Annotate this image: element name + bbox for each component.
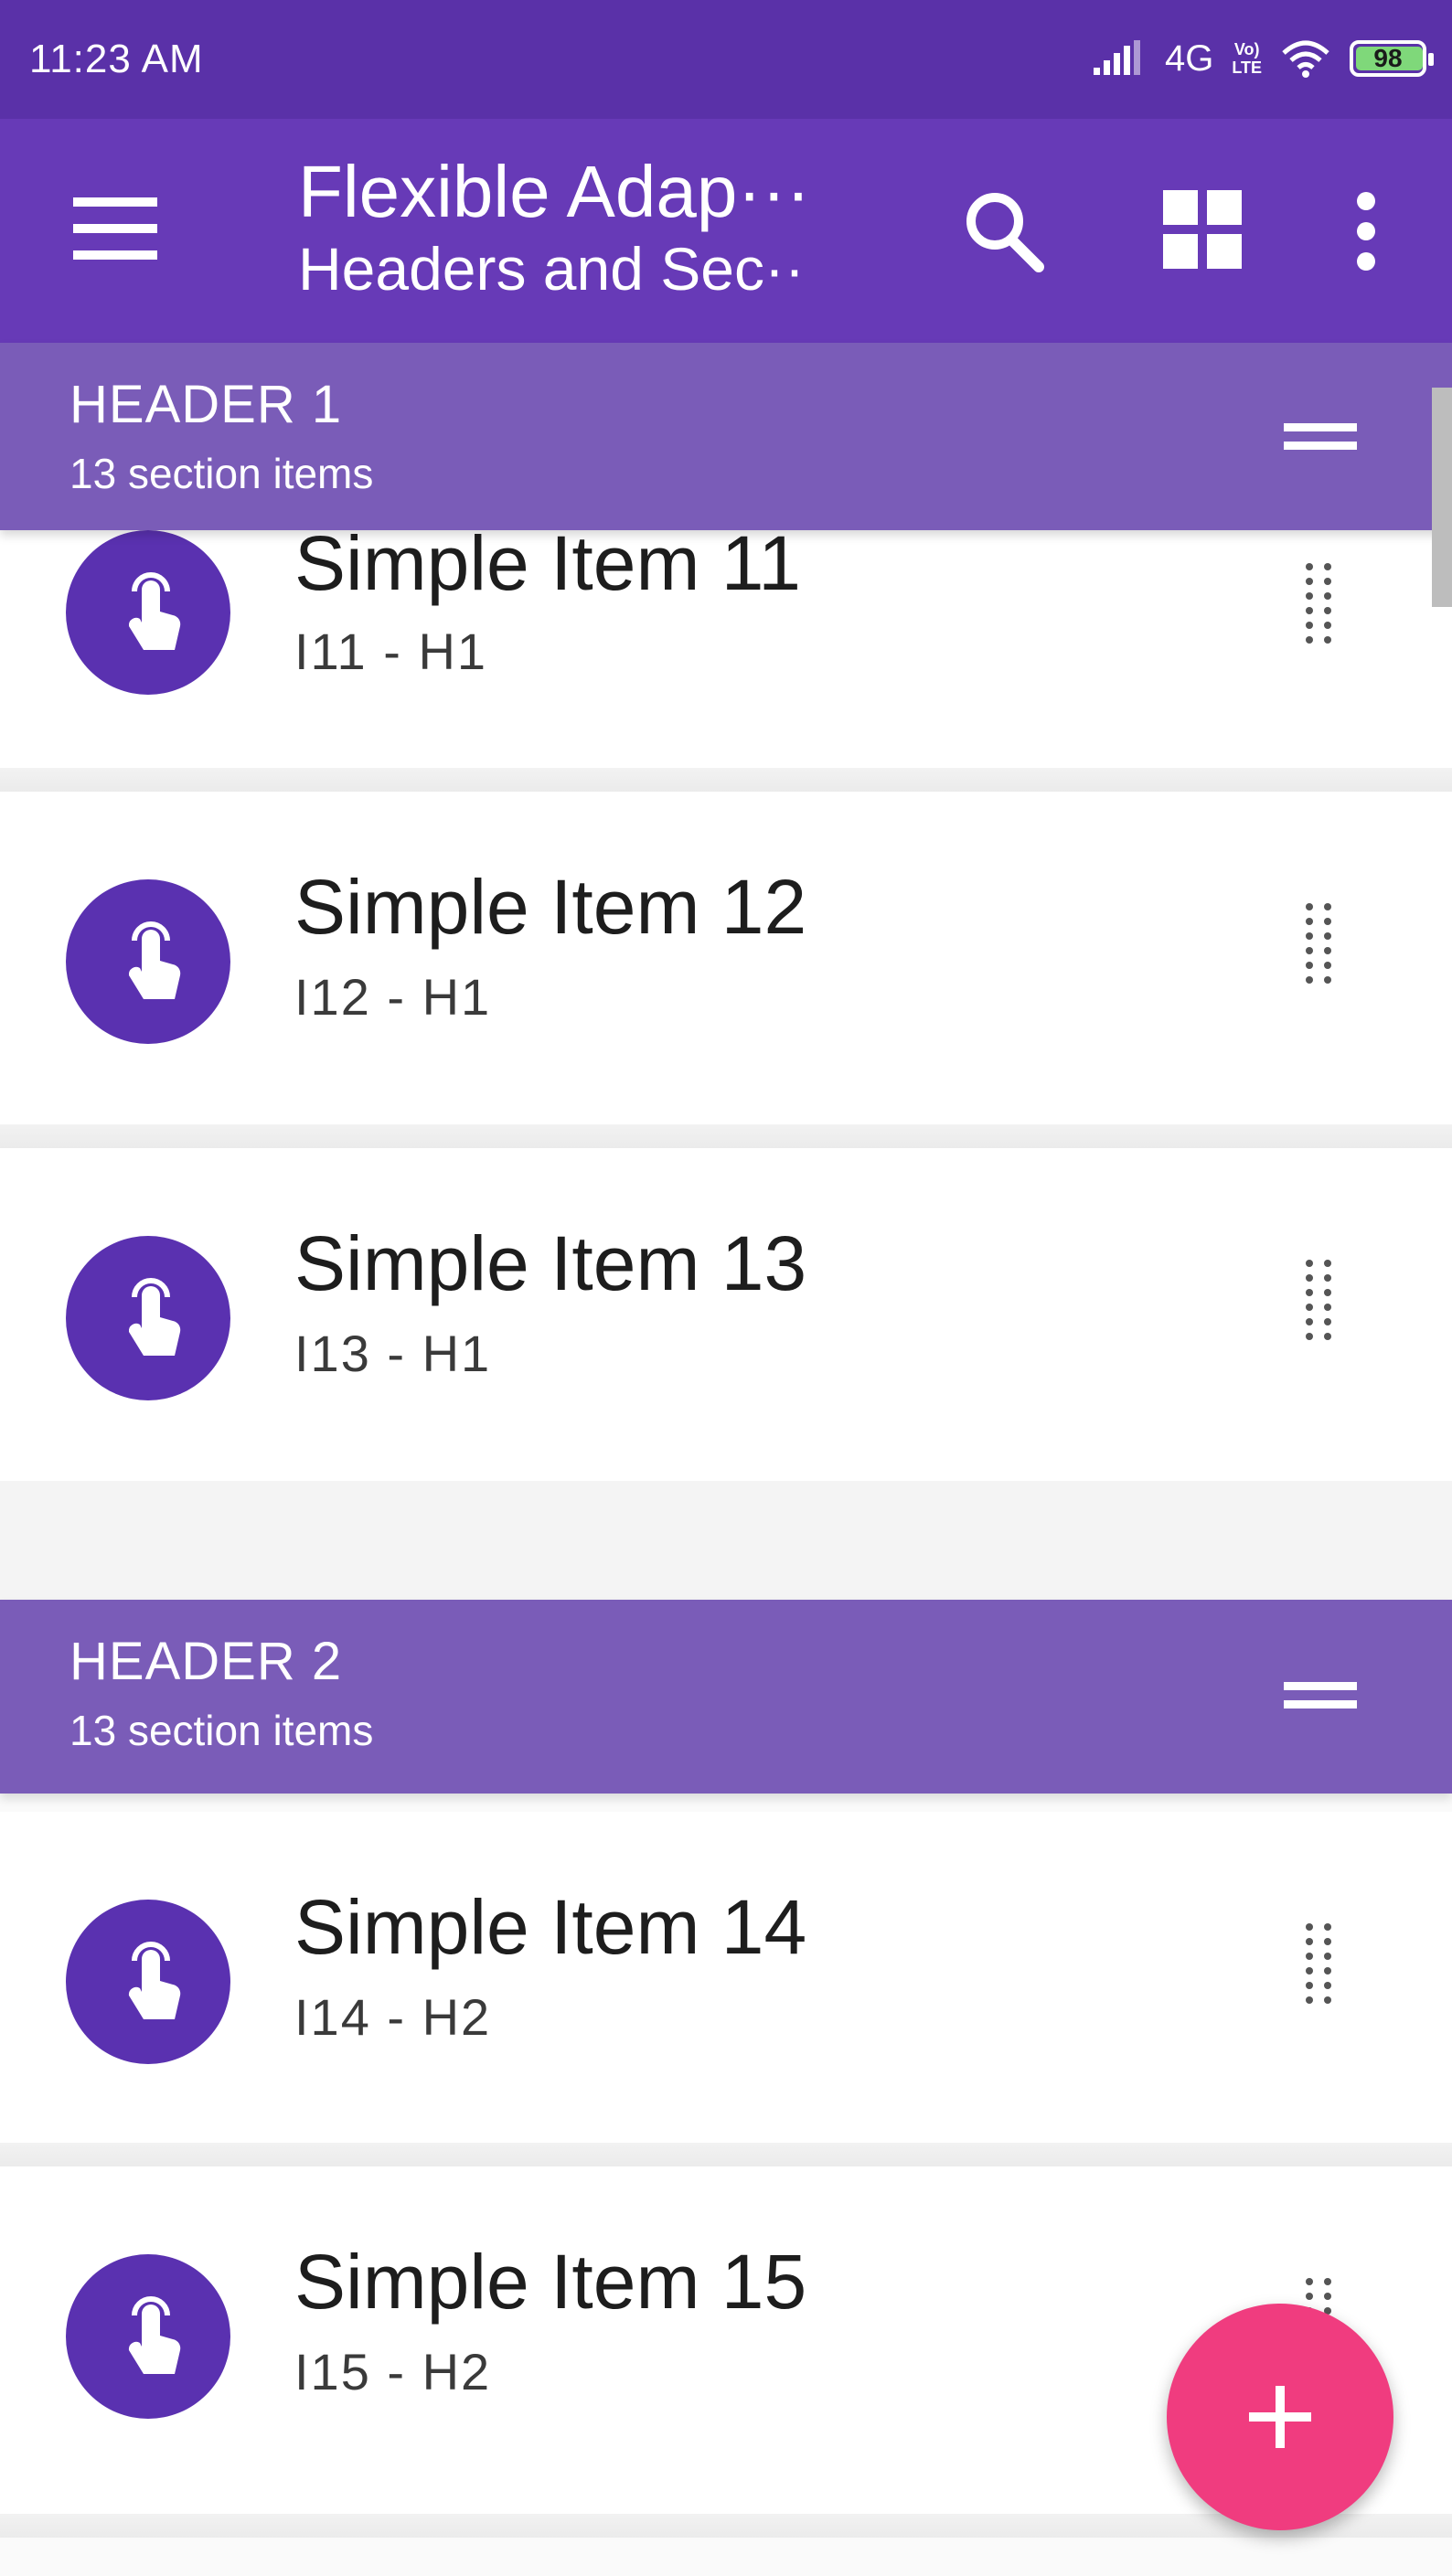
app-toolbar: Flexible Adap··· Headers and Sec·· [0, 119, 1452, 343]
signal-icon [1093, 40, 1140, 75]
volte-bottom: LTE [1232, 59, 1262, 77]
item-subtitle: I13 - H1 [294, 1325, 492, 1382]
touch-hand-icon [128, 2296, 181, 2374]
header-subtitle: 13 section items [69, 1707, 374, 1754]
item-avatar [66, 1900, 230, 2064]
more-vert-icon[interactable] [1355, 190, 1377, 272]
add-fab-button[interactable] [1167, 2304, 1393, 2530]
touch-hand-icon [128, 572, 181, 650]
status-time: 11:23 AM [29, 37, 204, 81]
item-title: Simple Item 12 [294, 864, 807, 950]
list-item[interactable]: Simple Item 13 I13 - H1 [0, 1148, 1452, 1503]
reorder-icon[interactable] [1302, 899, 1335, 987]
drag-handle-icon[interactable] [1284, 1677, 1357, 1713]
volte-indicator: Vo) LTE [1232, 40, 1262, 77]
item-title: Simple Item 14 [294, 1884, 807, 1970]
item-subtitle: I12 - H1 [294, 968, 492, 1026]
item-title: Simple Item 11 [294, 520, 801, 606]
status-bar: 11:23 AM 4G Vo) LTE 98 [0, 0, 1452, 119]
item-avatar [66, 879, 230, 1044]
header-title: HEADER 2 [69, 1632, 343, 1691]
item-avatar [66, 530, 230, 695]
reorder-icon[interactable] [1302, 559, 1335, 647]
app-screen: 11:23 AM 4G Vo) LTE 98 Flexible Adap··· … [0, 0, 1452, 2576]
section-header-2[interactable]: HEADER 2 13 section items [0, 1600, 1452, 1794]
header-title: HEADER 1 [69, 375, 343, 434]
touch-hand-icon [128, 921, 181, 999]
list-divider [0, 1124, 1452, 1148]
toolbar-subtitle: Headers and Sec·· [298, 235, 805, 303]
battery-tip [1428, 53, 1434, 66]
grid-view-icon[interactable] [1163, 190, 1242, 269]
list-divider [0, 2143, 1452, 2166]
battery-level: 98 [1373, 44, 1403, 72]
list-item[interactable]: Simple Item 14 I14 - H2 [0, 1812, 1452, 2166]
header-subtitle: 13 section items [69, 450, 374, 497]
item-subtitle: I11 - H1 [294, 623, 488, 680]
touch-hand-icon [128, 1278, 181, 1356]
drag-handle-icon[interactable] [1284, 418, 1357, 454]
touch-hand-icon [128, 1942, 181, 2019]
item-subtitle: I14 - H2 [294, 1988, 492, 2046]
list-item[interactable]: Simple Item 12 I12 - H1 [0, 792, 1452, 1146]
battery-indicator: 98 [1350, 40, 1434, 77]
scrollbar-thumb[interactable] [1432, 388, 1452, 607]
reorder-icon[interactable] [1302, 1920, 1335, 2007]
network-type: 4G [1164, 37, 1214, 79]
wifi-icon [1282, 40, 1329, 78]
toolbar-title: Flexible Adap··· [298, 151, 811, 232]
list-divider [0, 768, 1452, 792]
menu-icon[interactable] [73, 192, 157, 265]
reorder-icon[interactable] [1302, 1256, 1335, 1344]
search-icon[interactable] [962, 186, 1046, 274]
item-title: Simple Item 15 [294, 2239, 807, 2325]
item-subtitle: I15 - H2 [294, 2343, 492, 2400]
list-divider [0, 1481, 1452, 1600]
item-title: Simple Item 13 [294, 1220, 807, 1306]
item-avatar [66, 1236, 230, 1400]
add-icon [1249, 2386, 1311, 2448]
volte-top: Vo) [1233, 40, 1260, 59]
status-icons: 4G Vo) LTE 98 [1092, 33, 1434, 84]
item-avatar [66, 2254, 230, 2419]
section-header-1[interactable]: HEADER 1 13 section items [0, 343, 1452, 530]
